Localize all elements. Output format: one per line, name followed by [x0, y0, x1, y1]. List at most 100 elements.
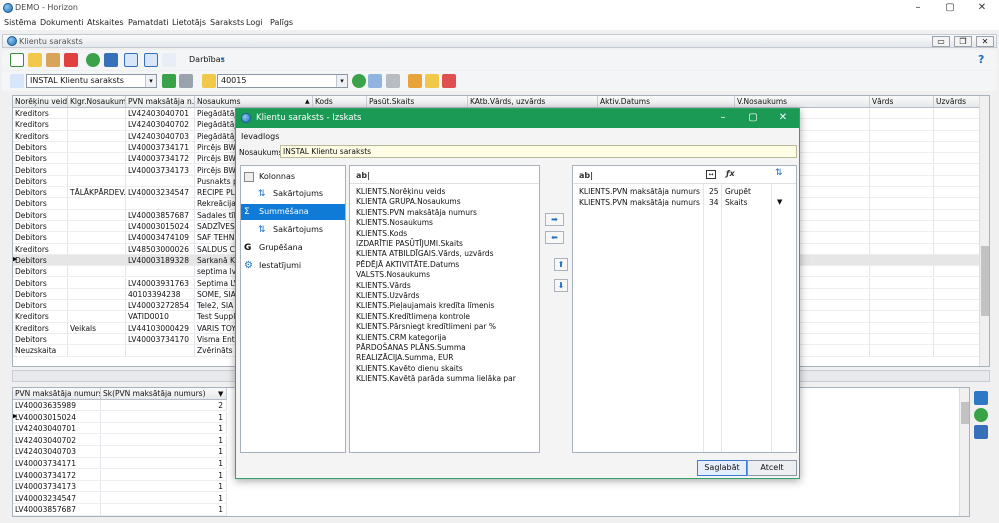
table-cell[interactable]: [870, 288, 934, 301]
menu-lietotajs[interactable]: Lietotājs: [172, 18, 206, 27]
table-cell[interactable]: [870, 311, 934, 323]
table-cell[interactable]: [934, 288, 980, 301]
nav-iestatijumi[interactable]: ⚙ Iestatījumi: [241, 258, 345, 274]
summary-cell[interactable]: 1: [101, 446, 227, 458]
summary-cell[interactable]: LV40003635989: [13, 400, 101, 412]
col-header-kods[interactable]: Kods: [313, 96, 367, 108]
available-field-item[interactable]: KLIENTS.Norēķinu veids: [356, 187, 445, 197]
table-cell[interactable]: LV40003734173: [126, 164, 195, 176]
refresh-icon[interactable]: [86, 53, 100, 67]
table-cell[interactable]: [934, 198, 980, 210]
table-cell[interactable]: [934, 164, 980, 176]
table-cell[interactable]: [934, 153, 980, 165]
table-cell[interactable]: [934, 322, 980, 334]
table-cell[interactable]: [934, 232, 980, 244]
table-cell[interactable]: [126, 198, 195, 210]
summary-cell[interactable]: 1: [101, 411, 227, 423]
table-cell[interactable]: [870, 277, 934, 289]
export-icon[interactable]: [974, 391, 988, 405]
table-cell[interactable]: [870, 175, 934, 188]
table-cell[interactable]: [870, 130, 934, 142]
table-cell[interactable]: [934, 221, 980, 233]
table-cell[interactable]: [68, 345, 126, 357]
menu-pamatdati[interactable]: Pamatdati: [128, 18, 169, 27]
table-cell[interactable]: Debitors: [13, 164, 68, 176]
available-field-item[interactable]: KLIENTA GRUPA.Nosaukums: [356, 197, 461, 207]
sum-icon[interactable]: [124, 53, 138, 67]
table-cell[interactable]: Debitors: [13, 141, 68, 154]
summary-cell[interactable]: 1: [101, 504, 227, 516]
menu-atskaites[interactable]: Atskaites: [87, 18, 123, 27]
filter-clear-icon[interactable]: [386, 74, 400, 88]
table-cell[interactable]: LV40003734170: [126, 334, 195, 346]
table-cell[interactable]: Debitors: [13, 254, 68, 267]
available-field-item[interactable]: KLIENTA ATBILDĪGAIS.Vārds, uzvārds: [356, 249, 494, 259]
menu-paligs[interactable]: Palīgs: [270, 18, 293, 27]
cancel-button[interactable]: Atcelt: [747, 460, 797, 476]
col-header-klgr-nosaukums[interactable]: Klgr.Nosaukums: [68, 96, 126, 108]
summary-cell[interactable]: 1: [101, 423, 227, 435]
subwindow-close-button[interactable]: ✕: [976, 36, 994, 47]
table-cell[interactable]: [870, 345, 934, 357]
summary-cell[interactable]: 2: [101, 400, 227, 412]
nav-sakartojums-2[interactable]: ⇅ Sakārtojums: [255, 222, 345, 238]
table-cell[interactable]: [934, 187, 980, 199]
table-cell[interactable]: [934, 175, 980, 188]
available-field-item[interactable]: REALIZĀCIJA.Summa, EUR: [356, 353, 453, 363]
darbibas-menu[interactable]: Darbības: [189, 55, 225, 64]
summary-cell[interactable]: LV40003857687: [13, 504, 101, 516]
grid-scrollbar[interactable]: [979, 96, 989, 366]
table-cell[interactable]: Debitors: [13, 288, 68, 301]
menu-saraksts[interactable]: Saraksts: [210, 18, 244, 27]
table-cell[interactable]: LV44103000429: [126, 322, 195, 334]
summary-cell[interactable]: LV42403040703: [13, 446, 101, 458]
table-cell[interactable]: [68, 300, 126, 312]
col-header-vards[interactable]: Vārds: [870, 96, 934, 108]
table-cell[interactable]: [934, 277, 980, 289]
col-header-pvn[interactable]: PVN maksātāja n...: [126, 96, 195, 108]
close-button[interactable]: ✕: [968, 1, 996, 15]
chevron-down-icon[interactable]: ▼: [777, 198, 782, 206]
table-cell[interactable]: [870, 334, 934, 346]
table-cell[interactable]: [870, 266, 934, 278]
table-cell[interactable]: Debitors: [13, 232, 68, 244]
columns-icon[interactable]: [144, 53, 158, 67]
nav-sakartojums-1[interactable]: ⇅ Sakārtojums: [255, 186, 345, 202]
table-cell[interactable]: LV40003015024: [126, 221, 195, 233]
table-cell[interactable]: LV42403040702: [126, 119, 195, 131]
menu-dokumenti[interactable]: Dokumenti: [40, 18, 84, 27]
list-name-select[interactable]: INSTAL Klientu saraksts ▾: [26, 74, 157, 88]
summary-scroll-thumb[interactable]: [961, 402, 969, 424]
add-list-icon[interactable]: [162, 74, 176, 88]
table-cell[interactable]: [68, 311, 126, 323]
selected-field-function[interactable]: Skaits: [725, 198, 748, 208]
summary-cell[interactable]: 1: [101, 469, 227, 481]
selected-field-width[interactable]: 25: [709, 187, 719, 197]
table-cell[interactable]: [68, 175, 126, 188]
summary-cell[interactable]: LV40003734172: [13, 469, 101, 481]
selected-field-function[interactable]: Grupēt: [725, 187, 751, 197]
table-cell[interactable]: [68, 130, 126, 142]
dialog-maximize-button[interactable]: ▢: [742, 111, 764, 125]
available-field-item[interactable]: KLIENTS.PVN maksātāja numurs: [356, 208, 477, 218]
summary-print-icon[interactable]: [974, 425, 988, 439]
selected-field-item[interactable]: KLIENTS.PVN maksātāja numurs: [579, 198, 700, 208]
table-cell[interactable]: [68, 153, 126, 165]
layout-icon[interactable]: [162, 53, 176, 67]
table-cell[interactable]: Debitors: [13, 221, 68, 233]
table-cell[interactable]: Debitors: [13, 266, 68, 278]
menu-logi[interactable]: Logi: [246, 18, 263, 27]
table-cell[interactable]: [934, 209, 980, 221]
table-cell[interactable]: [68, 232, 126, 244]
name-field[interactable]: INSTAL Klientu saraksts: [280, 145, 797, 158]
table-cell[interactable]: Kreditors: [13, 311, 68, 323]
table-cell[interactable]: [934, 345, 980, 357]
table-cell[interactable]: [870, 300, 934, 312]
table-cell[interactable]: LV40003189328: [126, 254, 195, 267]
summary-cell[interactable]: 1: [101, 481, 227, 493]
table-cell[interactable]: LV40003234547: [126, 187, 195, 199]
table-cell[interactable]: [68, 141, 126, 154]
table-cell[interactable]: TĀLĀKPĀRDEV...: [68, 187, 126, 199]
nav-grupesana[interactable]: G Grupēšana: [241, 240, 345, 256]
summary-scrollbar[interactable]: [959, 388, 969, 516]
